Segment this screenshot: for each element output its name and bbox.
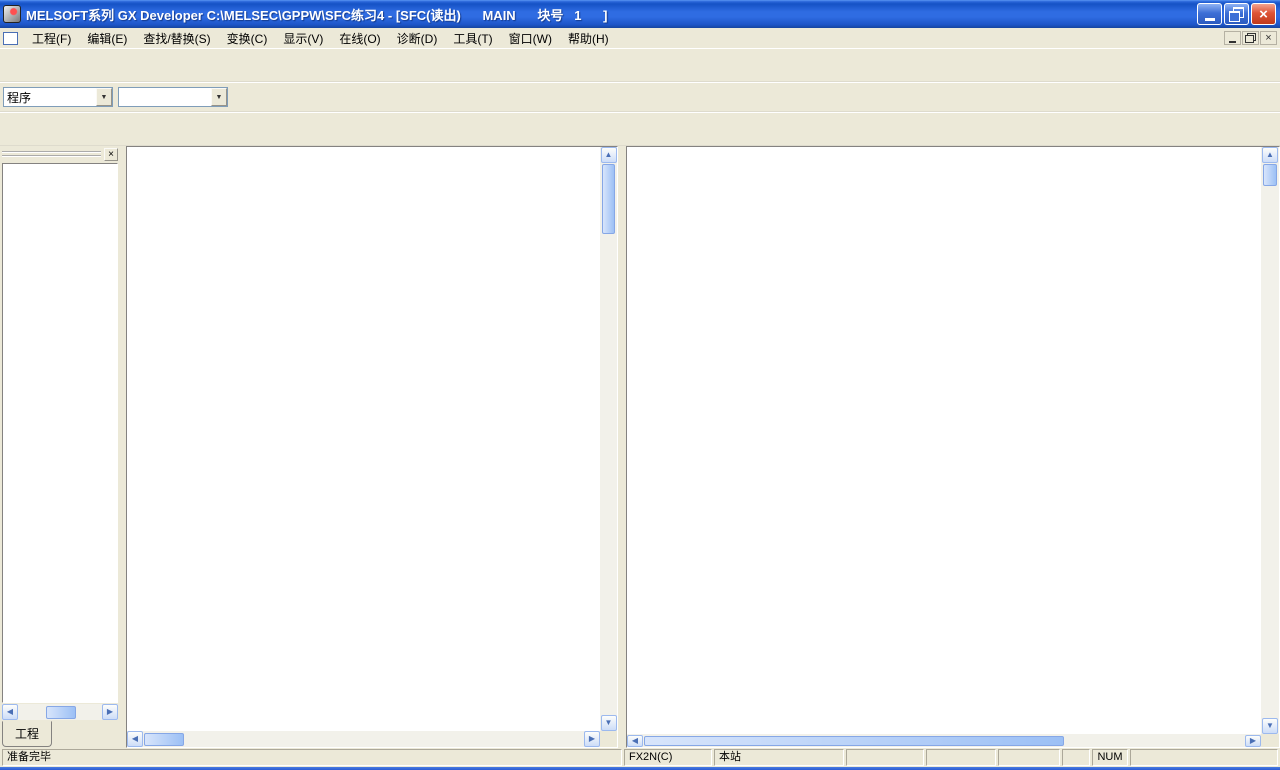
minimize-icon[interactable]	[1197, 3, 1222, 25]
chevron-down-icon[interactable]: ▼	[96, 88, 112, 106]
ladder-zoom-pane: ▲ ▼ ◀ ▶	[626, 146, 1280, 748]
workspace: × ◀ ▶ 工程 ▲ ▼	[0, 146, 1280, 748]
status-empty-cell	[1130, 749, 1278, 766]
menu-help[interactable]: 帮助(H)	[560, 28, 617, 49]
window-title: MELSOFT系列 GX Developer C:\MELSEC\GPPW\SF…	[26, 5, 1195, 24]
status-empty-cell	[846, 749, 924, 766]
block-select-combo[interactable]: ▼	[118, 87, 228, 107]
scroll-left-icon[interactable]: ◀	[627, 735, 643, 747]
status-empty-cell	[1062, 749, 1090, 766]
scroll-up-icon[interactable]: ▲	[1262, 147, 1278, 163]
chevron-down-icon[interactable]: ▼	[211, 88, 227, 106]
child-minimize-icon[interactable]	[1224, 31, 1241, 45]
ladder-symbol-toolbar	[0, 112, 1280, 146]
ladder-vertical-scrollbar[interactable]: ▲ ▼	[1261, 147, 1279, 734]
menu-bar: 工程(F)编辑(E)查找/替换(S)变换(C)显示(V)在线(O)诊断(D)工具…	[0, 28, 1280, 48]
status-empty-cell	[926, 749, 996, 766]
restore-icon[interactable]	[1224, 3, 1249, 25]
scroll-down-icon[interactable]: ▼	[601, 715, 617, 731]
project-panel-header: ×	[0, 146, 120, 162]
scroll-thumb[interactable]	[1263, 164, 1277, 186]
menu-project[interactable]: 工程(F)	[24, 28, 79, 49]
app-window: MELSOFT系列 GX Developer C:\MELSEC\GPPW\SF…	[0, 0, 1280, 770]
scroll-right-icon[interactable]: ▶	[102, 704, 118, 720]
sfc-horizontal-scrollbar[interactable]: ◀ ▶	[127, 731, 600, 747]
sfc-editor-pane: ▲ ▼ ◀ ▶	[126, 146, 618, 748]
scroll-up-icon[interactable]: ▲	[601, 147, 617, 163]
panel-tabs: 工程	[2, 721, 52, 746]
panel-close-icon[interactable]: ×	[104, 148, 118, 161]
scroll-corner	[1261, 734, 1279, 747]
scroll-right-icon[interactable]: ▶	[584, 731, 600, 747]
standard-toolbar	[0, 48, 1280, 82]
child-close-icon[interactable]: ×	[1260, 31, 1277, 45]
project-tree	[2, 163, 118, 703]
ladder-canvas[interactable]	[627, 147, 1261, 734]
menu-convert[interactable]: 变换(C)	[219, 28, 276, 49]
app-icon	[3, 5, 21, 23]
project-panel: × ◀ ▶ 工程	[0, 146, 120, 748]
ladder-horizontal-scrollbar[interactable]: ◀ ▶	[627, 734, 1261, 747]
status-empty-cell	[998, 749, 1060, 766]
menu-diagnostics[interactable]: 诊断(D)	[389, 28, 446, 49]
menu-find-replace[interactable]: 查找/替换(S)	[135, 28, 218, 49]
sfc-canvas[interactable]	[127, 147, 600, 731]
menu-items: 工程(F)编辑(E)查找/替换(S)变换(C)显示(V)在线(O)诊断(D)工具…	[24, 28, 1223, 49]
program-type-combo[interactable]: 程序 ▼	[3, 87, 113, 107]
menu-tools[interactable]: 工具(T)	[445, 28, 500, 49]
program-type-value: 程序	[4, 89, 96, 106]
sfc-toolbar: 程序 ▼ ▼	[0, 82, 1280, 112]
scroll-thumb[interactable]	[644, 736, 1064, 746]
status-num: NUM	[1092, 749, 1128, 766]
title-bar: MELSOFT系列 GX Developer C:\MELSEC\GPPW\SF…	[0, 0, 1280, 28]
scroll-thumb[interactable]	[46, 706, 76, 719]
scroll-right-icon[interactable]: ▶	[1245, 735, 1261, 747]
menu-edit[interactable]: 编辑(E)	[79, 28, 135, 49]
status-plc-type: FX2N(C)	[624, 749, 712, 766]
scroll-thumb[interactable]	[602, 164, 615, 234]
child-window-icon	[3, 32, 18, 45]
scroll-thumb[interactable]	[144, 733, 184, 746]
sfc-vertical-scrollbar[interactable]: ▲ ▼	[600, 147, 617, 731]
close-icon[interactable]: ×	[1251, 3, 1276, 25]
scroll-left-icon[interactable]: ◀	[127, 731, 143, 747]
menu-view[interactable]: 显示(V)	[275, 28, 331, 49]
scroll-corner	[600, 731, 617, 747]
project-panel-hscrollbar[interactable]: ◀ ▶	[2, 704, 118, 720]
scroll-down-icon[interactable]: ▼	[1262, 718, 1278, 734]
menu-window[interactable]: 窗口(W)	[501, 28, 560, 49]
pane-splitter[interactable]	[618, 146, 626, 748]
menu-online[interactable]: 在线(O)	[331, 28, 388, 49]
status-station: 本站	[714, 749, 844, 766]
panel-grip[interactable]	[2, 151, 101, 157]
status-ready: 准备完毕	[2, 749, 622, 766]
scroll-left-icon[interactable]: ◀	[2, 704, 18, 720]
child-restore-icon[interactable]	[1242, 31, 1259, 45]
project-tab[interactable]: 工程	[2, 721, 52, 747]
status-bar: 准备完毕 FX2N(C) 本站 NUM	[0, 748, 1280, 767]
